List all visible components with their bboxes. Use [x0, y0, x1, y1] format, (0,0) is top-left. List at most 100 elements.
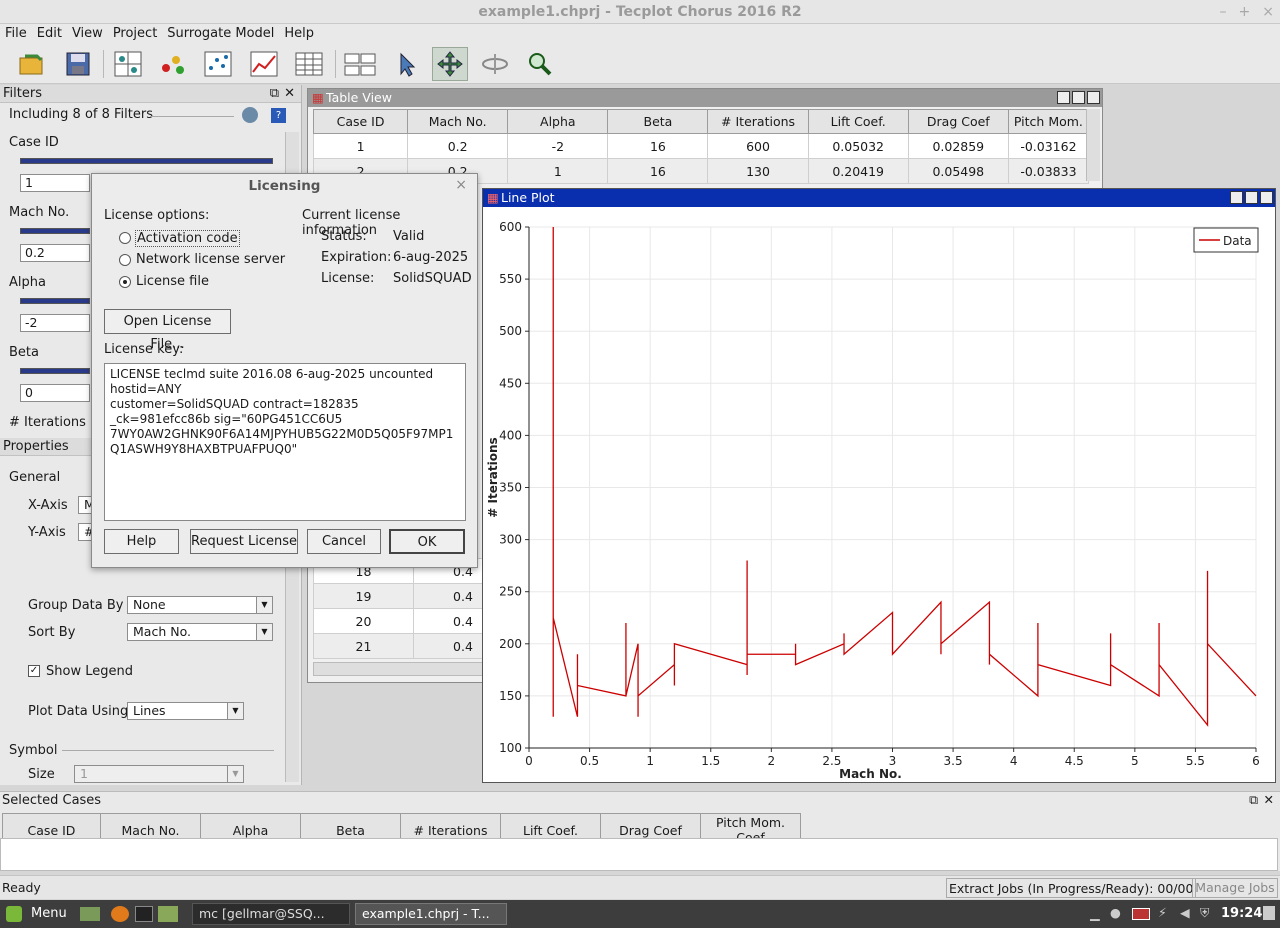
close-icon[interactable]: ×	[1262, 0, 1274, 24]
mint-menu-icon[interactable]	[6, 906, 22, 922]
rotate-icon[interactable]	[477, 47, 513, 81]
group-select[interactable]: None ▼	[127, 596, 273, 614]
tray-window-icon[interactable]: ▁	[1090, 906, 1100, 921]
mach-min-field[interactable]: 0.2	[20, 244, 90, 262]
network-icon[interactable]: ⚡	[1158, 905, 1167, 920]
keyboard-layout-flag-icon[interactable]	[1132, 908, 1150, 920]
menu-project[interactable]: Project	[108, 24, 162, 44]
taskbar-task-chorus[interactable]: example1.chprj - T...	[355, 903, 507, 925]
open-project-icon[interactable]	[14, 47, 50, 81]
col-header[interactable]: Drag Coef	[907, 109, 1009, 134]
shield-icon[interactable]: ⛨	[1200, 905, 1209, 921]
option-license-file[interactable]: License file	[136, 274, 209, 289]
menu-edit[interactable]: Edit	[32, 24, 67, 44]
size-select[interactable]: 1 ▼	[74, 765, 244, 783]
option-network-server[interactable]: Network license server	[136, 252, 285, 267]
col-header[interactable]: Mach No.	[407, 109, 509, 134]
maximize-icon[interactable]: +	[1239, 0, 1251, 24]
pan-icon[interactable]	[432, 47, 468, 81]
taskbar-task-terminal[interactable]: mc [gellmar@SSQ...	[192, 903, 350, 925]
beta-slider[interactable]	[20, 368, 90, 374]
open-license-file-button[interactable]: Open License File...	[104, 309, 231, 352]
scatter-plot-icon[interactable]	[200, 47, 236, 81]
maximize-icon[interactable]	[1245, 191, 1258, 204]
cell[interactable]: 16	[607, 133, 709, 159]
gear-icon[interactable]	[242, 107, 258, 123]
cell[interactable]: 16	[607, 158, 709, 184]
float-icon[interactable]: ⧉	[270, 85, 279, 103]
cell[interactable]: -0.03833	[1007, 158, 1090, 184]
help-button[interactable]: Help	[104, 529, 179, 554]
option-activation-code[interactable]: Activation code	[135, 230, 240, 247]
sort-select[interactable]: Mach No. ▼	[127, 623, 273, 641]
zoom-icon[interactable]	[522, 47, 558, 81]
help-icon[interactable]: ?	[271, 108, 286, 123]
cell[interactable]: 0.05498	[907, 158, 1009, 184]
col-header[interactable]: Lift Coef.	[807, 109, 909, 134]
close-filters-icon[interactable]: ✕	[284, 85, 295, 103]
float-icon[interactable]: ⧉	[1249, 792, 1258, 808]
save-icon[interactable]	[60, 47, 96, 81]
cell[interactable]: 0.02859	[907, 133, 1009, 159]
cancel-button[interactable]: Cancel	[307, 529, 381, 554]
col-header[interactable]: Alpha	[507, 109, 609, 134]
table-row[interactable]: 1 0.2 -2 16 600 0.05032 0.02859 -0.03162	[312, 133, 1090, 159]
mach-slider[interactable]	[20, 228, 90, 234]
volume-icon[interactable]: ◀	[1180, 905, 1190, 920]
table-hscrollbar[interactable]	[313, 662, 483, 676]
line-plot-icon[interactable]	[246, 47, 282, 81]
request-license-button[interactable]: Request License	[190, 529, 298, 554]
cell[interactable]: 600	[707, 133, 809, 159]
files-icon[interactable]	[158, 906, 178, 922]
power-icon[interactable]	[1263, 906, 1275, 920]
case-id-slider[interactable]	[20, 158, 273, 164]
menu-file[interactable]: File	[0, 24, 32, 44]
cell[interactable]: 1	[507, 158, 609, 184]
cell[interactable]: 1	[312, 133, 409, 159]
col-header[interactable]: Beta	[607, 109, 709, 134]
radio-activation-code[interactable]	[119, 232, 131, 244]
cell[interactable]: 0.05032	[807, 133, 909, 159]
col-header[interactable]: Pitch Mom.	[1007, 109, 1090, 134]
col-header[interactable]: # Iterations	[707, 109, 809, 134]
license-key-textarea[interactable]: LICENSE teclmd suite 2016.08 6-aug-2025 …	[104, 363, 466, 521]
plot-using-select[interactable]: Lines ▼	[127, 702, 244, 720]
scatter-color-icon[interactable]	[155, 47, 191, 81]
cell[interactable]: 21	[313, 633, 414, 659]
show-legend-checkbox[interactable]: ✓	[28, 665, 40, 677]
manage-jobs-button[interactable]: Manage Jobs	[1192, 878, 1278, 898]
cell[interactable]: 20	[313, 608, 414, 634]
minimize-icon[interactable]	[1057, 91, 1070, 104]
cell[interactable]: -0.03162	[1007, 133, 1090, 159]
maximize-icon[interactable]	[1072, 91, 1085, 104]
minimize-icon[interactable]: –	[1220, 0, 1227, 24]
radio-network-server[interactable]	[119, 254, 131, 266]
alpha-slider[interactable]	[20, 298, 90, 304]
cell[interactable]: -2	[507, 133, 609, 159]
radio-license-file[interactable]	[119, 276, 131, 288]
table-scrollbar[interactable]	[1086, 109, 1100, 181]
table-icon[interactable]	[291, 47, 327, 81]
terminal-icon[interactable]	[135, 906, 153, 922]
ok-button[interactable]: OK	[389, 529, 465, 554]
close-icon[interactable]: ×	[455, 177, 467, 193]
selected-cases-body[interactable]	[0, 838, 1278, 871]
select-pointer-icon[interactable]	[387, 47, 423, 81]
menu-help[interactable]: Help	[279, 24, 319, 44]
menu-button[interactable]: Menu	[31, 906, 67, 921]
beta-min-field[interactable]: 0	[20, 384, 90, 402]
cell[interactable]: 0.20419	[807, 158, 909, 184]
tile-windows-icon[interactable]	[342, 47, 378, 81]
show-desktop-icon[interactable]	[80, 907, 100, 921]
col-header[interactable]: Case ID	[312, 109, 409, 134]
close-icon[interactable]	[1087, 91, 1100, 104]
close-icon[interactable]	[1260, 191, 1273, 204]
alpha-min-field[interactable]: -2	[20, 314, 90, 332]
cell[interactable]: 0.2	[407, 133, 509, 159]
firefox-icon[interactable]	[111, 906, 129, 922]
user-icon[interactable]: ●	[1110, 905, 1121, 920]
minimize-icon[interactable]	[1230, 191, 1243, 204]
menu-view[interactable]: View	[67, 24, 108, 44]
cell[interactable]: 130	[707, 158, 809, 184]
cluster-view-icon[interactable]	[110, 47, 146, 81]
